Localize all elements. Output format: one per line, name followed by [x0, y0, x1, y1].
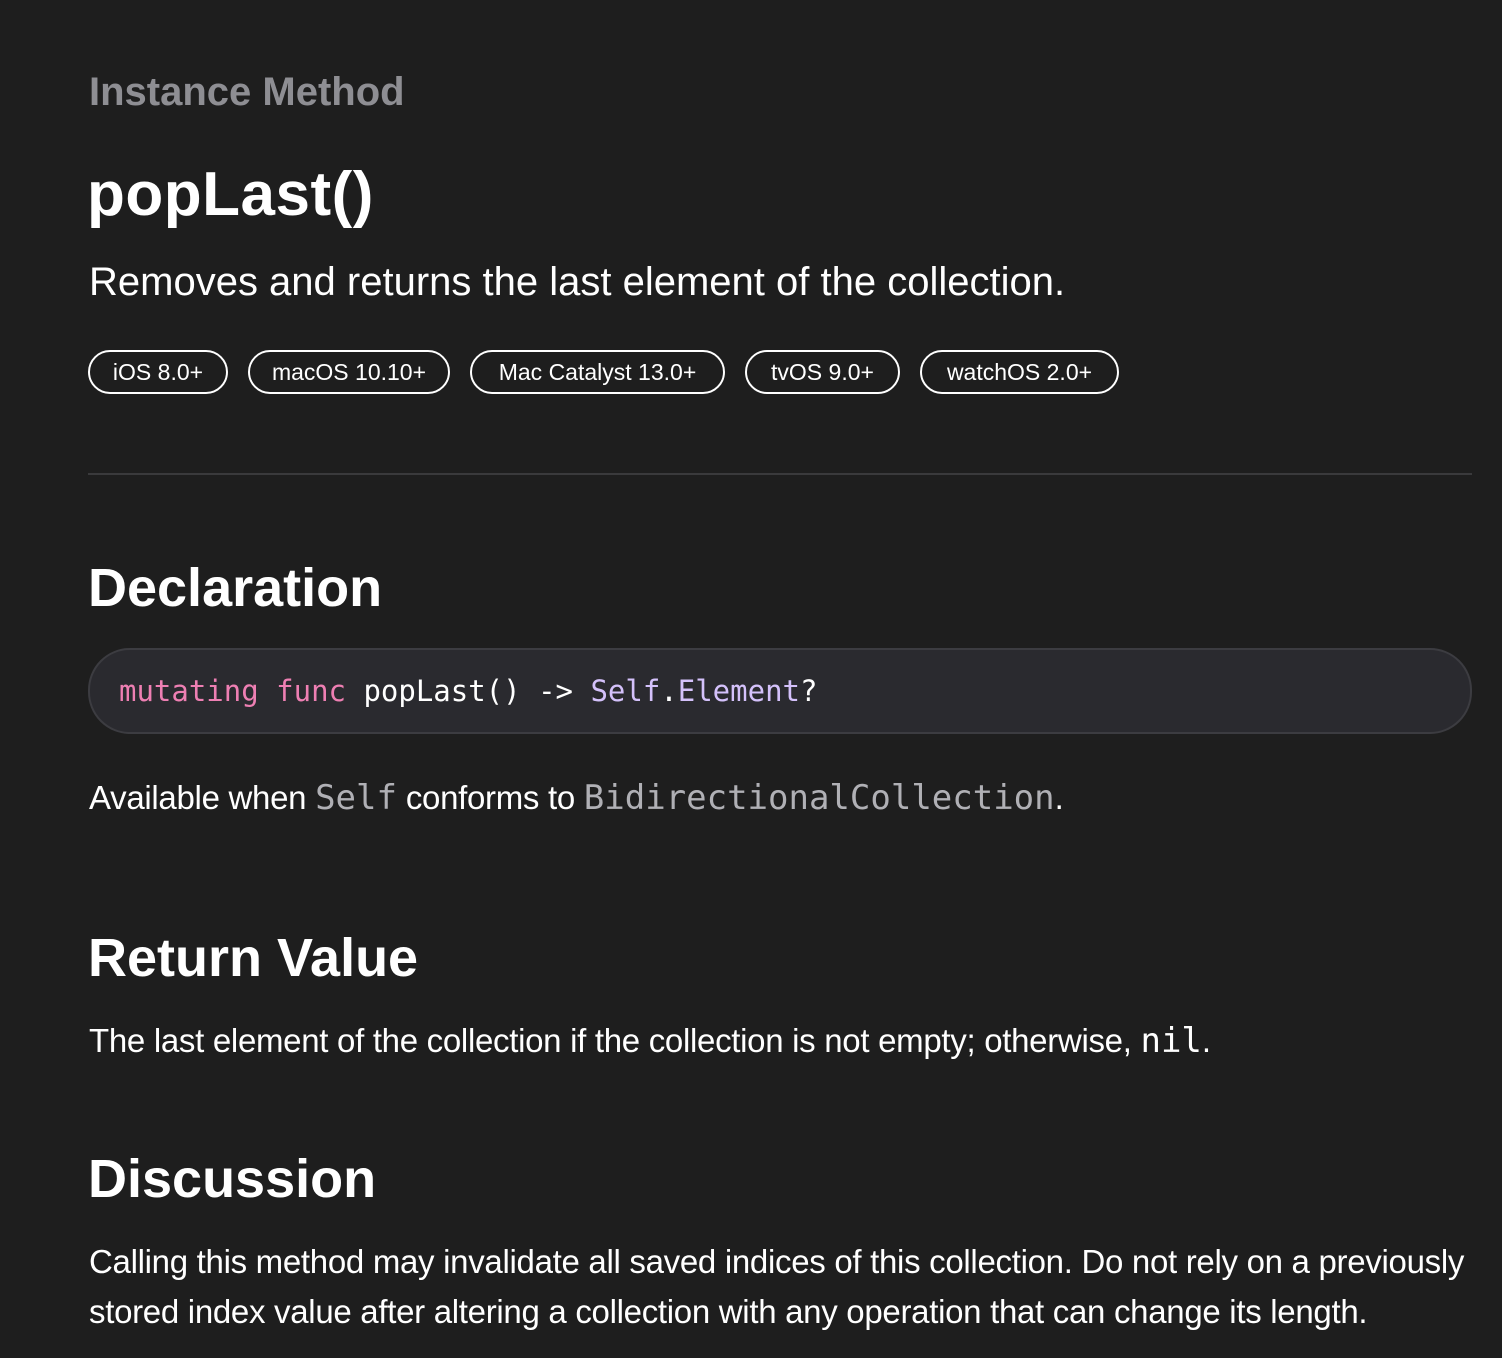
code-keyword-mutating: mutating: [119, 674, 259, 708]
return-value-text-after: .: [1201, 1022, 1211, 1059]
return-value-text-before: The last element of the collection if th…: [89, 1022, 1141, 1059]
code-type-self[interactable]: Self: [590, 674, 660, 708]
symbol-kind-label: Instance Method: [89, 70, 405, 114]
availability-badge-macos[interactable]: macOS 10.10+: [248, 350, 450, 394]
availability-badge-watchos[interactable]: watchOS 2.0+: [920, 350, 1119, 394]
code-function-name: popLast() ->: [363, 674, 573, 708]
availability-badge-tvos[interactable]: tvOS 9.0+: [745, 350, 900, 394]
declaration-heading: Declaration: [88, 558, 383, 618]
availability-note-prefix: Available when: [89, 779, 316, 816]
availability-note: Available when Self conforms to Bidirect…: [89, 773, 1064, 823]
return-value-nil-code: nil: [1140, 1021, 1202, 1061]
availability-note-protocol-code[interactable]: BidirectionalCollection: [584, 778, 1055, 818]
documentation-page: Instance Method popLast() Removes and re…: [0, 0, 1502, 1358]
code-dot: .: [660, 674, 678, 708]
abstract: Removes and returns the last element of …: [89, 260, 1066, 304]
availability-note-middle: conforms to: [396, 779, 584, 816]
availability-note-self-code: Self: [315, 778, 397, 818]
return-value-heading: Return Value: [88, 928, 419, 988]
declaration-code-block: mutating func popLast() -> Self.Element?: [88, 648, 1472, 734]
discussion-text: Calling this method may invalidate all s…: [89, 1243, 1465, 1330]
declaration-code-line: mutating func popLast() -> Self.Element?: [119, 671, 817, 711]
discussion-heading: Discussion: [88, 1149, 377, 1209]
code-type-element[interactable]: Element: [678, 674, 800, 708]
code-keyword-func: func: [276, 674, 346, 708]
return-value-text: The last element of the collection if th…: [89, 1016, 1211, 1066]
code-optional-mark: ?: [799, 674, 818, 708]
section-divider: [88, 473, 1472, 475]
availability-note-suffix: .: [1054, 779, 1064, 816]
page-title: popLast(): [87, 160, 374, 229]
availability-badge-ios[interactable]: iOS 8.0+: [88, 350, 228, 394]
availability-badge-mac-catalyst[interactable]: Mac Catalyst 13.0+: [470, 350, 725, 394]
